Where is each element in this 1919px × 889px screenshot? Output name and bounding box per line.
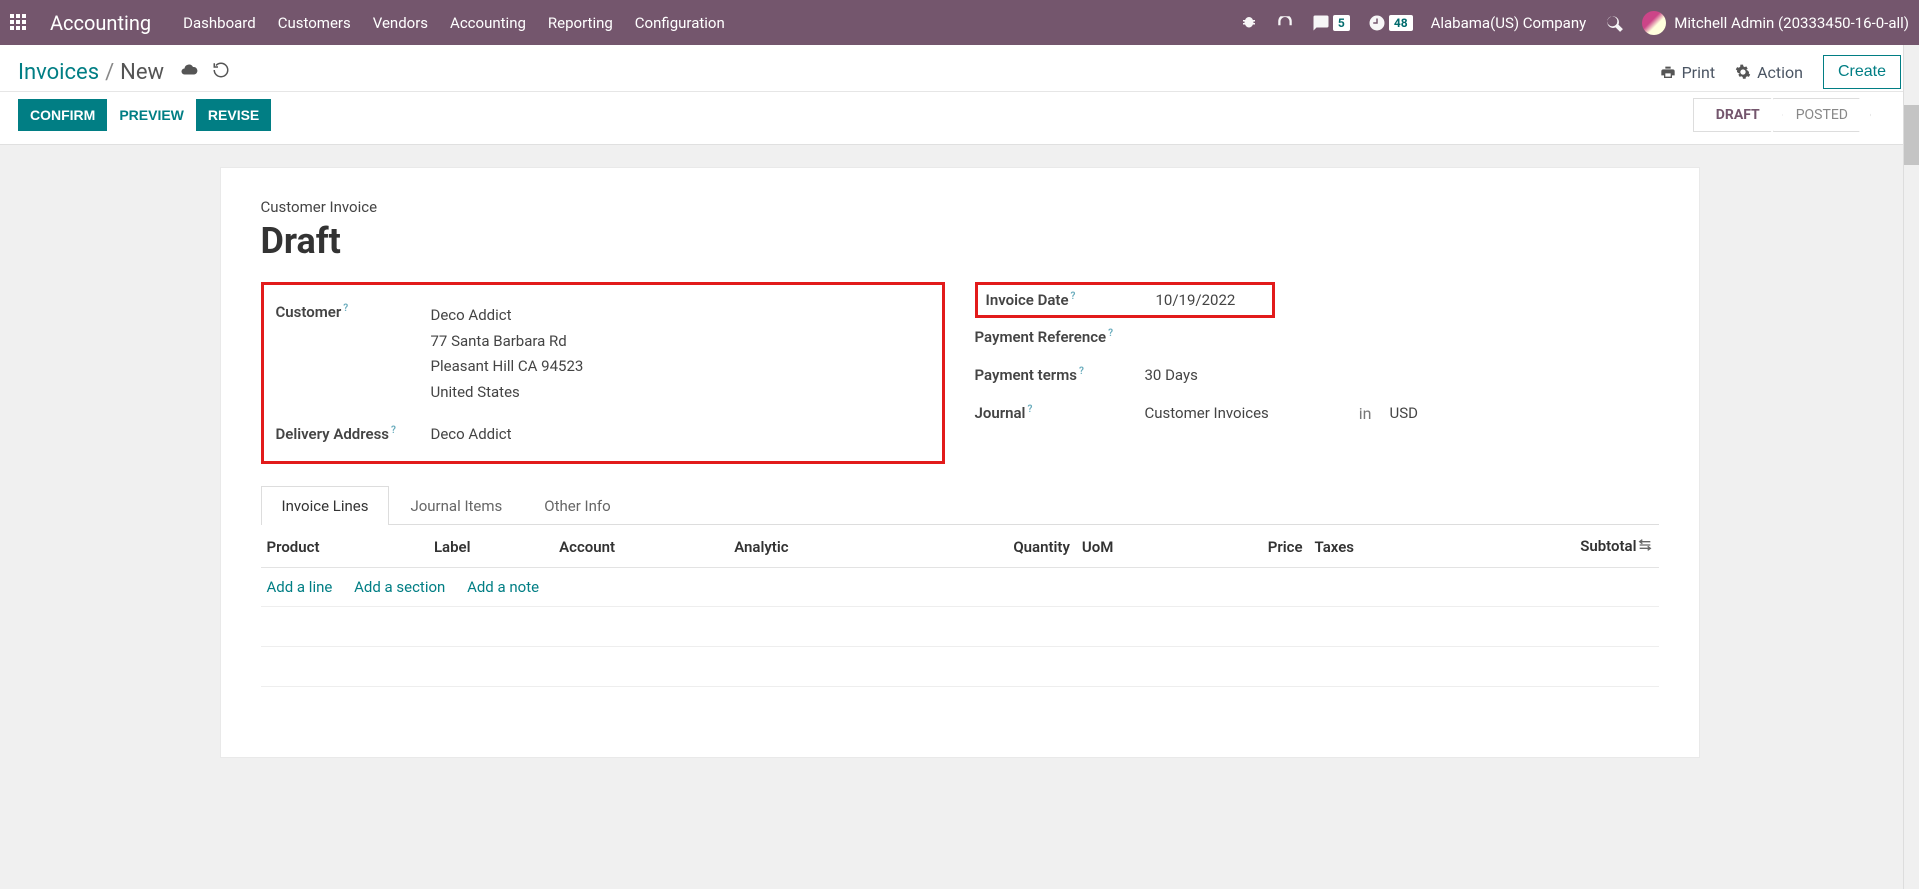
customer-label: Customer? (276, 303, 431, 321)
highlight-left: Customer? Deco Addict 77 Santa Barbara R… (261, 282, 945, 464)
currency-field[interactable]: USD (1390, 404, 1418, 422)
confirm-button[interactable]: CONFIRM (18, 99, 107, 131)
action-button[interactable]: Action (1735, 63, 1803, 82)
avatar-icon (1642, 11, 1666, 35)
journal-in: in (1359, 404, 1372, 423)
nav-item-reporting[interactable]: Reporting (548, 14, 613, 32)
invoice-lines-table: Product Label Account Analytic Quantity … (261, 525, 1659, 727)
top-nav: Accounting Dashboard Customers Vendors A… (0, 0, 1919, 45)
breadcrumb-sep: / (105, 60, 114, 85)
scrollbar-thumb[interactable] (1904, 105, 1919, 165)
help-icon[interactable]: ? (1027, 404, 1032, 415)
company-selector[interactable]: Alabama(US) Company (1431, 14, 1587, 32)
add-line-link[interactable]: Add a line (267, 578, 333, 596)
col-subtotal[interactable]: Subtotal (1441, 525, 1658, 568)
payment-terms-label: Payment terms? (975, 366, 1145, 384)
invoice-date-label: Invoice Date? (986, 291, 1156, 309)
create-button[interactable]: Create (1823, 55, 1901, 89)
col-taxes[interactable]: Taxes (1309, 525, 1442, 568)
app-name[interactable]: Accounting (50, 11, 151, 35)
nav-item-dashboard[interactable]: Dashboard (183, 14, 256, 32)
activities-icon[interactable]: 48 (1368, 14, 1413, 32)
help-icon[interactable]: ? (343, 303, 348, 314)
col-price[interactable]: Price (1188, 525, 1309, 568)
control-row: Invoices / New Print Action Create (0, 45, 1919, 92)
bug-icon[interactable] (1240, 14, 1258, 32)
col-product[interactable]: Product (261, 525, 428, 568)
breadcrumb: Invoices / New (18, 60, 230, 85)
scrollbar[interactable] (1903, 45, 1919, 889)
tab-journal-items[interactable]: Journal Items (389, 486, 523, 525)
breadcrumb-current: New (120, 60, 164, 85)
revise-button[interactable]: REVISE (196, 99, 271, 131)
print-button[interactable]: Print (1660, 63, 1715, 82)
status-bar: DRAFT POSTED (1693, 98, 1901, 132)
tab-other-info[interactable]: Other Info (523, 486, 631, 525)
help-icon[interactable]: ? (391, 425, 396, 436)
messages-icon[interactable]: 5 (1312, 14, 1350, 32)
col-account[interactable]: Account (553, 525, 728, 568)
nav-item-vendors[interactable]: Vendors (373, 14, 428, 32)
apps-icon[interactable] (10, 14, 28, 32)
nav-item-customers[interactable]: Customers (278, 14, 351, 32)
payment-ref-label: Payment Reference? (975, 328, 1145, 346)
highlight-right: Invoice Date? 10/19/2022 (975, 282, 1275, 318)
delivery-label: Delivery Address? (276, 425, 431, 443)
col-analytic[interactable]: Analytic (728, 525, 899, 568)
table-row: Add a line Add a section Add a note (261, 568, 1659, 607)
table-row (261, 607, 1659, 647)
journal-label: Journal? (975, 404, 1145, 422)
user-name: Mitchell Admin (20333450-16-0-all) (1674, 14, 1909, 32)
page-title: Draft (261, 220, 1659, 262)
support-icon[interactable] (1276, 14, 1294, 32)
columns-menu-icon[interactable] (1637, 537, 1653, 557)
tab-invoice-lines[interactable]: Invoice Lines (261, 486, 390, 525)
status-draft[interactable]: DRAFT (1693, 98, 1783, 132)
cloud-icon[interactable] (180, 60, 198, 85)
table-row (261, 687, 1659, 727)
col-quantity[interactable]: Quantity (899, 525, 1076, 568)
tools-icon[interactable] (1604, 13, 1624, 33)
help-icon[interactable]: ? (1108, 328, 1113, 339)
table-row (261, 647, 1659, 687)
tabs: Invoice Lines Journal Items Other Info (261, 486, 1659, 525)
col-uom[interactable]: UoM (1076, 525, 1188, 568)
move-type-label: Customer Invoice (261, 198, 1659, 216)
delivery-field[interactable]: Deco Addict (431, 425, 512, 443)
help-icon[interactable]: ? (1071, 291, 1076, 302)
preview-button[interactable]: PREVIEW (107, 99, 196, 131)
button-bar: CONFIRM PREVIEW REVISE DRAFT POSTED (0, 92, 1919, 145)
form-sheet: Customer Invoice Draft Customer? Deco Ad… (220, 167, 1700, 758)
status-posted[interactable]: POSTED (1773, 98, 1871, 132)
nav-item-accounting[interactable]: Accounting (450, 14, 526, 32)
payment-terms-field[interactable]: 30 Days (1145, 366, 1198, 384)
nav-item-configuration[interactable]: Configuration (635, 14, 725, 32)
add-section-link[interactable]: Add a section (354, 578, 445, 596)
col-label[interactable]: Label (428, 525, 553, 568)
journal-field[interactable]: Customer Invoices (1145, 404, 1269, 422)
breadcrumb-root[interactable]: Invoices (18, 60, 99, 85)
messages-badge: 5 (1333, 15, 1350, 31)
invoice-date-field[interactable]: 10/19/2022 (1156, 291, 1236, 309)
help-icon[interactable]: ? (1079, 366, 1084, 377)
discard-icon[interactable] (212, 60, 230, 85)
user-menu[interactable]: Mitchell Admin (20333450-16-0-all) (1642, 11, 1909, 35)
activities-badge: 48 (1389, 15, 1413, 31)
add-note-link[interactable]: Add a note (467, 578, 539, 596)
customer-field[interactable]: Deco Addict 77 Santa Barbara Rd Pleasant… (431, 303, 584, 405)
